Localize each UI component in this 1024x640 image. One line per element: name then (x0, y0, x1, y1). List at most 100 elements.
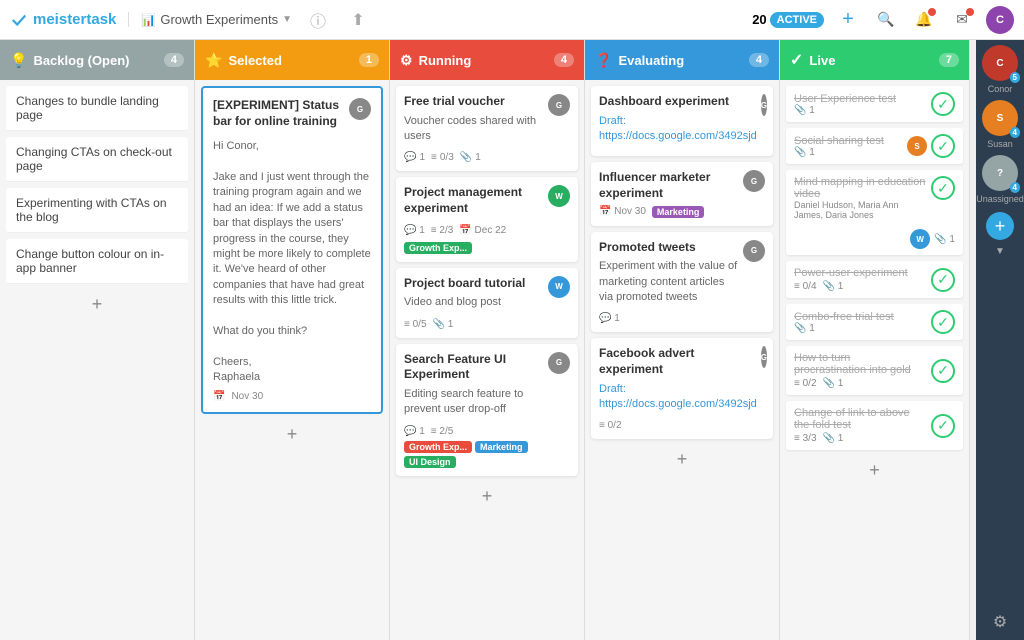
notif-dot (928, 8, 936, 16)
add-card-button[interactable]: + (6, 290, 188, 319)
card-title: Dashboard experiment (599, 94, 757, 110)
active-count: 20 (752, 12, 766, 27)
card-title: How to turn procrastination into gold (794, 352, 925, 376)
card-date: 📅 Nov 30 (599, 206, 646, 217)
table-row[interactable]: Dashboard experiment Draft: https://docs… (591, 86, 773, 156)
settings-icon[interactable]: ⚙ (993, 612, 1007, 632)
avatar[interactable]: C 5 (982, 45, 1018, 81)
board-container: 💡 Backlog (Open) 4 Changes to bundle lan… (0, 40, 1024, 640)
table-row[interactable]: Facebook advert experiment Draft: https:… (591, 338, 773, 439)
card-desc: Video and blog post (404, 295, 544, 310)
logo-text: meistertask (33, 11, 116, 28)
add-card-button[interactable]: + (591, 445, 773, 474)
export-icon[interactable]: ⬆ (344, 6, 372, 34)
avatar: G (761, 94, 767, 116)
col-header-running: ⚙ Running 4 (390, 40, 584, 80)
card-title: Facebook advert experiment (599, 346, 757, 377)
table-row[interactable]: User Experience test 📎 1 ✓ (786, 86, 963, 122)
card-link: Draft: https://docs.google.com/3492sjd (599, 382, 757, 413)
attachment-count: 📎 1 (823, 378, 844, 389)
table-row[interactable]: How to turn procrastination into gold ≡ … (786, 346, 963, 395)
add-card-button[interactable]: + (396, 482, 578, 511)
add-user-button[interactable]: + (986, 212, 1014, 240)
card-body: Hi Conor, Jake and I just went through t… (213, 139, 371, 385)
live-icon: ✓ (790, 50, 803, 70)
sidebar-item-conor[interactable]: C 5 Conor (982, 45, 1018, 94)
task-count: ≡ 2/3 (431, 225, 454, 236)
task-count: ≡ 0/2 (794, 378, 817, 389)
card-title: Free trial voucher (404, 94, 544, 110)
card-desc: Experiment with the value of marketing c… (599, 259, 739, 305)
user-name: Susan (987, 139, 1013, 149)
col-count-evaluating: 4 (749, 53, 769, 67)
list-item[interactable]: Change button colour on in-app banner (6, 239, 188, 284)
sidebar-item-unassigned[interactable]: ? 4 Unassigned (976, 155, 1024, 204)
user-name: Unassigned (976, 194, 1024, 204)
notification-icon[interactable]: 🔔 (910, 6, 938, 34)
card-link: Draft: https://docs.google.com/3492sjd (599, 114, 757, 145)
list-item[interactable]: Experimenting with CTAs on the blog (6, 188, 188, 233)
search-icon[interactable]: 🔍 (872, 6, 900, 34)
add-button[interactable]: + (834, 6, 862, 34)
col-header-live: ✓ Live 7 (780, 40, 969, 80)
avatar[interactable]: ? 4 (982, 155, 1018, 191)
table-row[interactable]: Mind mapping in education video Daniel H… (786, 170, 963, 255)
active-users: 20 ACTIVE (752, 12, 824, 28)
app-logo[interactable]: meistertask (10, 11, 116, 29)
card-title: Combo-free trial test (794, 311, 925, 323)
comment-count: 💬 1 (404, 225, 425, 236)
evaluating-icon: ❓ (595, 52, 612, 69)
card-title: Influencer marketer experiment (599, 170, 739, 201)
col-header-evaluating: ❓ Evaluating 4 (585, 40, 779, 80)
column-live: ✓ Live 7 User Experience test 📎 1 ✓ Soci… (780, 40, 970, 640)
table-row[interactable]: Social sharing test 📎 1 S ✓ (786, 128, 963, 164)
tag: UI Design (404, 456, 456, 468)
table-row[interactable]: Combo-free trial test 📎 1 ✓ (786, 304, 963, 340)
table-row[interactable]: Project board tutorial Video and blog po… (396, 268, 578, 338)
col-header-selected: ⭐ Selected 1 (195, 40, 389, 80)
card-title: Change of link to above the fold test (794, 407, 925, 431)
col-title-backlog: Backlog (Open) (33, 53, 129, 68)
list-item[interactable]: Changes to bundle landing page (6, 86, 188, 131)
table-row[interactable]: Free trial voucher Voucher codes shared … (396, 86, 578, 171)
add-card-button[interactable]: + (201, 420, 383, 449)
avatar: G (548, 352, 570, 374)
table-row[interactable]: Change of link to above the fold test ≡ … (786, 401, 963, 450)
col-title-evaluating: Evaluating (618, 53, 684, 68)
sidebar-bottom: ⚙ (993, 612, 1007, 640)
list-item[interactable]: Changing CTAs on check-out page (6, 137, 188, 182)
add-card-button[interactable]: + (786, 456, 963, 485)
sidebar-item-susan[interactable]: S 4 Susan (982, 100, 1018, 149)
col-count-running: 4 (554, 53, 574, 67)
user-avatar[interactable]: C (986, 6, 1014, 34)
col-title-running: Running (419, 53, 472, 68)
col-body-evaluating: Dashboard experiment Draft: https://docs… (585, 80, 779, 640)
table-row[interactable]: [EXPERIMENT] Status bar for online train… (201, 86, 383, 414)
table-row[interactable]: Search Feature UI Experiment Editing sea… (396, 344, 578, 476)
card-title: [EXPERIMENT] Status bar for online train… (213, 98, 345, 129)
card-title: Promoted tweets (599, 240, 739, 256)
avatar: G (548, 94, 570, 116)
task-count: ≡ 2/5 (431, 426, 454, 437)
user-name: Conor (988, 84, 1013, 94)
card-date: 📅 Dec 22 (459, 225, 506, 236)
checkmark-icon: ✓ (931, 414, 955, 438)
expand-icon[interactable]: ▼ (995, 246, 1005, 257)
card-date: Nov 30 (231, 391, 263, 402)
table-row[interactable]: Power-user experiment ≡ 0/4 📎 1 ✓ (786, 261, 963, 298)
checkmark-icon: ✓ (931, 176, 955, 200)
table-row[interactable]: Promoted tweets Experiment with the valu… (591, 232, 773, 333)
project-selector[interactable]: 📊 Growth Experiments ▼ (128, 12, 292, 27)
info-icon[interactable]: ⓘ (304, 6, 332, 34)
avatar: G (743, 240, 765, 262)
card-title: Power-user experiment (794, 267, 925, 279)
table-row[interactable]: Project management experiment W 💬 1 ≡ 2/… (396, 177, 578, 261)
attachment-count: 📎 1 (823, 433, 844, 444)
avatar: G (761, 346, 767, 368)
avatar[interactable]: S 4 (982, 100, 1018, 136)
message-icon[interactable]: ✉ (948, 6, 976, 34)
column-running: ⚙ Running 4 Free trial voucher Voucher c… (390, 40, 585, 640)
checkmark-icon: ✓ (931, 310, 955, 334)
table-row[interactable]: Influencer marketer experiment 📅 Nov 30 … (591, 162, 773, 225)
col-count-backlog: 4 (164, 53, 184, 67)
